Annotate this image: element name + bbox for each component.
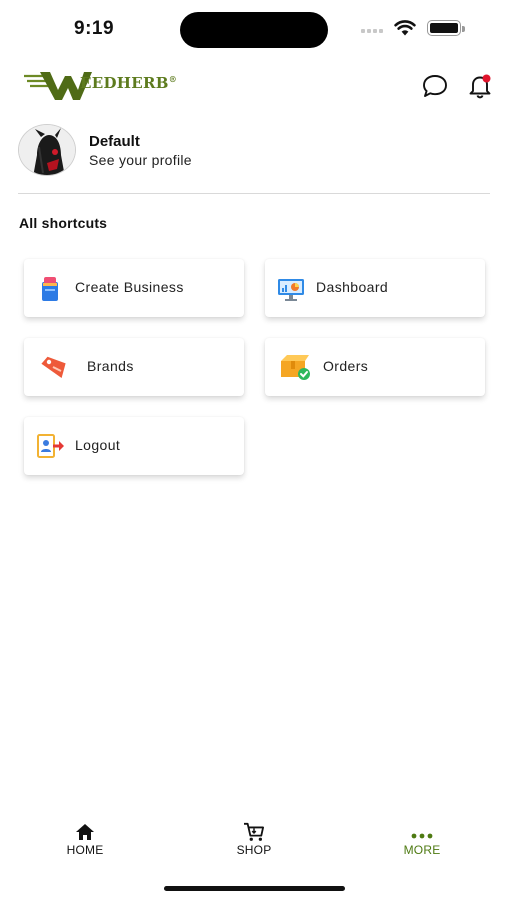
wifi-icon [394, 20, 416, 36]
create-business-label: Create Business [75, 279, 184, 295]
notification-dot [482, 74, 491, 83]
logo-text: EEDHERB® [80, 74, 178, 92]
dashboard-card[interactable]: Dashboard [265, 259, 485, 317]
status-time: 9:19 [74, 18, 115, 39]
bell-icon[interactable] [466, 72, 494, 100]
nav-home[interactable]: HOME [40, 816, 130, 857]
nav-shop[interactable]: SHOP [209, 816, 299, 857]
nav-shop-label: SHOP [236, 843, 272, 857]
orders-box-icon [281, 355, 310, 380]
create-business-card[interactable]: Create Business [24, 259, 244, 317]
nav-home-label: HOME [66, 843, 104, 857]
battery-icon [427, 20, 465, 36]
cart-icon [244, 822, 265, 841]
brands-label: Brands [87, 358, 134, 374]
avatar[interactable] [18, 124, 76, 176]
brands-card[interactable]: Brands [24, 338, 244, 396]
dashboard-icon [278, 279, 304, 301]
dynamic-island [180, 12, 328, 48]
nav-more-label: MORE [403, 843, 441, 857]
nav-more[interactable]: MORE [377, 816, 467, 857]
orders-label: Orders [323, 358, 369, 374]
profile-row[interactable]: Default See your profile [18, 124, 488, 178]
logout-label: Logout [75, 437, 121, 453]
brands-tag-icon [41, 356, 66, 379]
bottom-nav: HOME SHOP MORE [0, 816, 507, 866]
logout-icon [37, 434, 64, 458]
divider [18, 193, 490, 194]
home-indicator[interactable] [164, 886, 345, 891]
cellular-signal-icon [361, 29, 385, 35]
shortcuts-title: All shortcuts [19, 215, 108, 231]
chat-bubble-icon[interactable] [421, 72, 449, 100]
dashboard-label: Dashboard [316, 279, 389, 295]
more-dots-icon [411, 833, 433, 839]
see-profile-link[interactable]: See your profile [89, 152, 192, 168]
home-icon [76, 824, 94, 840]
orders-card[interactable]: Orders [265, 338, 485, 396]
create-business-icon [42, 277, 58, 301]
logout-card[interactable]: Logout [24, 417, 244, 475]
weedherb-logo: EEDHERB® [22, 68, 182, 102]
status-bar: 9:19 [0, 0, 507, 58]
profile-name: Default [89, 133, 140, 150]
